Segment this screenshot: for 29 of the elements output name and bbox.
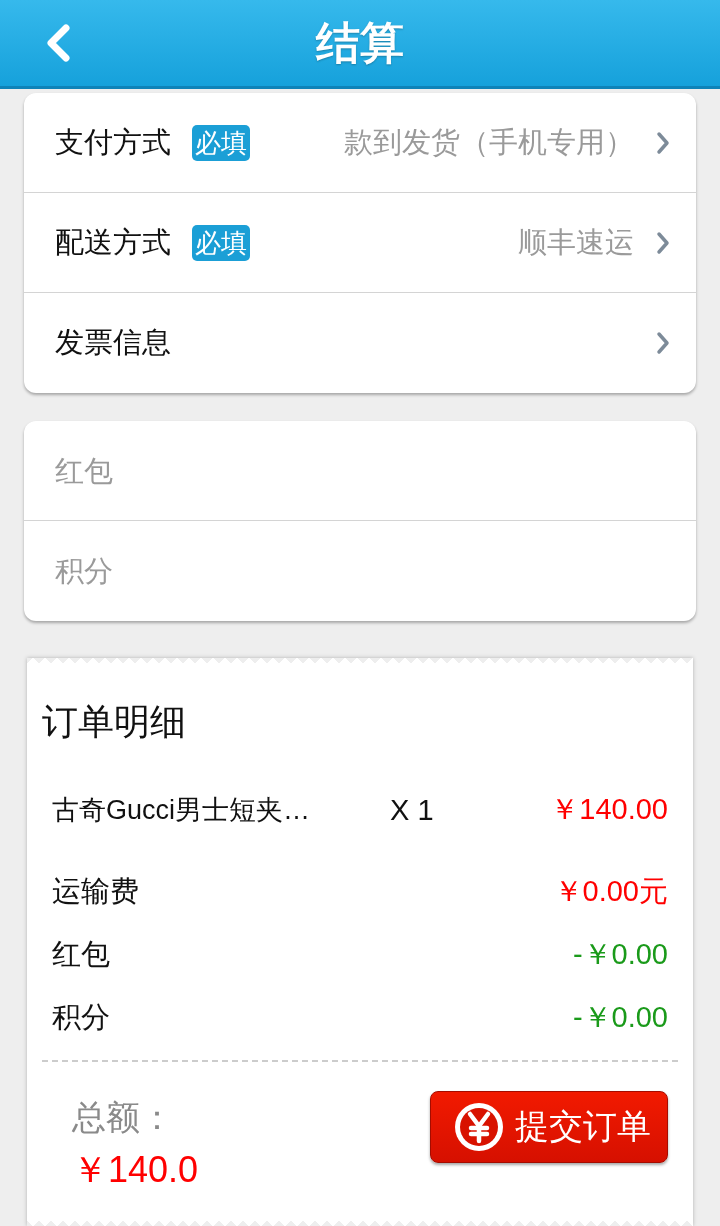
charge-label: 积分: [52, 1000, 110, 1035]
option-label[interactable]: 支付方式: [55, 122, 171, 163]
charge-amount: -￥0.00: [572, 937, 668, 972]
price-text: ￥140.00: [550, 792, 668, 827]
total-amount: ￥140.0: [72, 1148, 199, 1192]
option-value: 款到发货（手机专用）: [344, 124, 634, 160]
chevron-right-icon[interactable]: [656, 331, 670, 355]
required-tag: 必填: [192, 224, 250, 261]
back-icon: [44, 24, 72, 62]
submit-order-button[interactable]: 提交订单: [430, 1090, 668, 1163]
total-label: 总额：: [72, 1097, 175, 1138]
product-name: 古奇Gucci男士短夹…: [52, 794, 312, 827]
input-field[interactable]: 积分: [55, 551, 670, 591]
option-label[interactable]: 配送方式: [55, 222, 171, 263]
charge-amount: ￥0.00元: [553, 874, 668, 909]
back-button[interactable]: [44, 24, 72, 62]
charge-label: 红包: [52, 937, 110, 972]
page-title: 结算: [316, 17, 404, 69]
option-label[interactable]: 发票信息: [55, 323, 171, 363]
section-title: 订单明细: [42, 700, 187, 744]
charge-amount: -￥0.00: [572, 1000, 668, 1035]
chevron-right-icon[interactable]: [656, 230, 670, 255]
quantity-text: X 1: [390, 793, 434, 827]
required-tag: 必填: [192, 124, 250, 161]
input-field[interactable]: 红包: [55, 450, 670, 491]
option-value: 顺丰速运: [518, 224, 634, 260]
charge-label: 运输费: [52, 874, 139, 909]
chevron-right-icon[interactable]: [656, 130, 670, 155]
yen-coin-icon: [455, 1102, 503, 1151]
